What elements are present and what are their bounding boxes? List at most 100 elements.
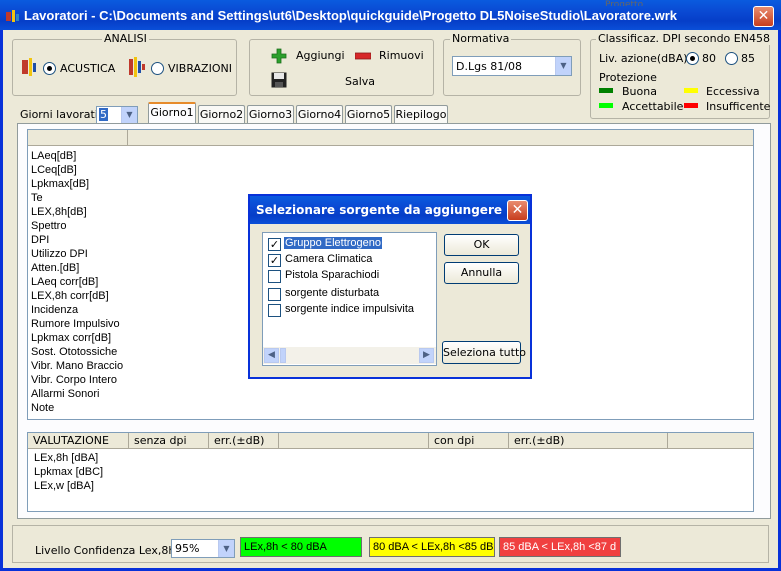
blank-header-1 (279, 433, 429, 449)
legend-swatch-buona (599, 88, 613, 93)
ear-icon (22, 58, 36, 76)
dialog-title-bar[interactable]: Selezionare sorgente da aggiungere ✕ (250, 196, 530, 224)
tab-giorno1[interactable]: Giorno1 (148, 102, 196, 123)
check-pistola-sparachiodi[interactable] (268, 270, 281, 283)
confidenza-select[interactable]: 95% ▼ (171, 539, 235, 558)
range-red: 85 dBA < LEx,8h <87 d (499, 537, 621, 557)
source-item-camera-climatica[interactable]: Camera Climatica (285, 253, 372, 265)
legend-swatch-eccessiva (684, 88, 698, 93)
range-green: LEx,8h < 80 dBA (240, 537, 362, 557)
scroll-left-icon[interactable]: ◀ (264, 348, 279, 363)
valutazione-row[interactable]: LEx,8h [dBA] (34, 452, 98, 464)
rimuovi-label: Rimuovi (379, 49, 424, 62)
param-row[interactable]: Sost. Ototossiche (31, 346, 117, 358)
normativa-value: D.Lgs 81/08 (456, 60, 523, 73)
valutazione-row[interactable]: Lpkmax [dBC] (34, 466, 103, 478)
save-icon[interactable] (271, 72, 287, 88)
tab-giorno5[interactable]: Giorno5 (345, 105, 392, 124)
legend-eccessiva: Eccessiva (706, 85, 760, 98)
tab-giorno2[interactable]: Giorno2 (198, 105, 245, 124)
minus-icon (355, 52, 371, 60)
horizontal-scrollbar[interactable]: ◀ ▶ (263, 347, 436, 364)
param-row[interactable]: Vibr. Mano Braccio (31, 360, 123, 372)
dialog-close-button[interactable]: ✕ (507, 200, 528, 221)
legend-buona: Buona (622, 85, 657, 98)
ok-button[interactable]: OK (444, 234, 519, 256)
confidenza-chevron-down-icon[interactable]: ▼ (218, 540, 234, 557)
scroll-thumb[interactable] (280, 348, 286, 363)
analisi-label: ANALISI (102, 32, 149, 45)
aggiungi-label: Aggiungi (296, 49, 345, 62)
plus-icon (271, 48, 287, 64)
con-dpi-header: con dpi (429, 433, 509, 449)
seleziona-tutto-button[interactable]: Seleziona tutto (442, 341, 526, 364)
check-gruppo-elettrogeno[interactable]: ✓ (268, 238, 281, 251)
livello-80-radio[interactable] (686, 52, 699, 65)
param-row[interactable]: Lpkmax corr[dB] (31, 332, 111, 344)
giorni-select[interactable]: 5 ▼ (96, 106, 138, 124)
giorni-label: Giorni lavorativi (20, 108, 108, 121)
params-header-corner (28, 130, 128, 146)
confidenza-label: Livello Confidenza Lex,8h (35, 544, 176, 557)
annulla-button[interactable]: Annulla (444, 262, 519, 284)
param-row[interactable]: Spettro (31, 220, 66, 232)
source-item-pistola-sparachiodi[interactable]: Pistola Sparachiodi (285, 269, 379, 281)
valutazione-grid[interactable]: VALUTAZIONE senza dpi err.(±dB) con dpi … (27, 432, 754, 512)
livello-85-label[interactable]: 85 (741, 52, 755, 65)
acustica-label[interactable]: ACUSTICA (60, 62, 115, 75)
vibrazioni-label[interactable]: VIBRAZIONI (168, 62, 232, 75)
source-item-sorgente-disturbata[interactable]: sorgente disturbata (285, 287, 379, 299)
range-yellow: 80 dBA < LEx,8h <85 dB (369, 537, 495, 557)
source-item-sorgente-impulsivita[interactable]: sorgente indice impulsivita (285, 303, 414, 315)
chevron-down-icon[interactable]: ▼ (555, 57, 571, 75)
blank-header-2 (668, 433, 753, 449)
acustica-radio[interactable] (43, 62, 56, 75)
aggiungi-button[interactable]: Aggiungi (271, 47, 361, 65)
param-row[interactable]: Te (31, 192, 43, 204)
close-button[interactable]: ✕ (753, 6, 774, 27)
param-row[interactable]: Atten.[dB] (31, 262, 79, 274)
salva-button[interactable]: Salva (345, 75, 375, 88)
legend-swatch-insufficente (684, 103, 698, 108)
livello-85-radio[interactable] (725, 52, 738, 65)
valutazione-header: VALUTAZIONE (28, 433, 129, 449)
param-row[interactable]: DPI (31, 234, 49, 246)
param-row[interactable]: LAeq[dB] (31, 150, 76, 162)
vibration-icon (129, 57, 145, 77)
param-row[interactable]: Rumore Impulsivo (31, 318, 120, 330)
param-row[interactable]: Lpkmax[dB] (31, 178, 89, 190)
scroll-right-icon[interactable]: ▶ (419, 348, 434, 363)
source-item-gruppo-elettrogeno[interactable]: Gruppo Elettrogeno (284, 237, 383, 249)
vibrazioni-radio[interactable] (151, 62, 164, 75)
param-row[interactable]: LAeq corr[dB] (31, 276, 98, 288)
confidenza-value: 95% (175, 542, 200, 555)
check-sorgente-disturbata[interactable] (268, 288, 281, 301)
param-row[interactable]: LEX,8h corr[dB] (31, 290, 109, 302)
normativa-label: Normativa (450, 32, 512, 45)
params-header (128, 130, 753, 146)
protezione-label: Protezione (599, 71, 657, 84)
rimuovi-button[interactable]: Rimuovi (355, 47, 425, 65)
dialog-title: Selezionare sorgente da aggiungere (256, 203, 503, 217)
param-row[interactable]: Note (31, 402, 54, 414)
select-source-dialog: Selezionare sorgente da aggiungere ✕ ✓ G… (248, 194, 532, 379)
param-row[interactable]: LEX,8h[dB] (31, 206, 87, 218)
param-row[interactable]: Utilizzo DPI (31, 248, 88, 260)
check-sorgente-impulsivita[interactable] (268, 304, 281, 317)
senza-dpi-header: senza dpi (129, 433, 209, 449)
normativa-select[interactable]: D.Lgs 81/08 ▼ (452, 56, 572, 76)
legend-insufficente: Insufficente (706, 100, 771, 113)
tab-giorno4[interactable]: Giorno4 (296, 105, 343, 124)
param-row[interactable]: Incidenza (31, 304, 78, 316)
param-row[interactable]: LCeq[dB] (31, 164, 77, 176)
param-row[interactable]: Allarmi Sonori (31, 388, 99, 400)
giorni-chevron-down-icon[interactable]: ▼ (121, 107, 137, 123)
background-window-peek: Progetto (605, 0, 644, 6)
source-listbox[interactable]: ✓ Gruppo Elettrogeno ✓ Camera Climatica … (262, 232, 437, 366)
check-camera-climatica[interactable]: ✓ (268, 254, 281, 267)
tab-giorno3[interactable]: Giorno3 (247, 105, 294, 124)
valutazione-row[interactable]: LEx,w [dBA] (34, 480, 94, 492)
tab-riepilogo[interactable]: Riepilogo (394, 105, 448, 124)
param-row[interactable]: Vibr. Corpo Intero (31, 374, 117, 386)
livello-80-label[interactable]: 80 (702, 52, 716, 65)
